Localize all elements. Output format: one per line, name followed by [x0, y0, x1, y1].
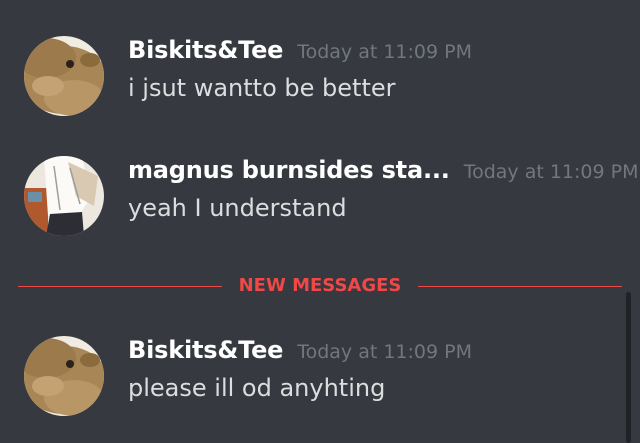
divider-line-right [418, 286, 622, 287]
message-header: Biskits&Tee Today at 11:09 PM [128, 336, 472, 364]
avatar[interactable] [24, 36, 104, 116]
message-header: magnus burnsides sta... Today at 11:09 PM [128, 156, 638, 184]
new-messages-label: NEW MESSAGES [238, 275, 402, 296]
timestamp: Today at 11:09 PM [297, 341, 472, 363]
message-content: i jsut wantto be better [128, 74, 396, 102]
capybara-avatar [24, 36, 104, 116]
divider-line-left [18, 286, 222, 287]
username[interactable]: magnus burnsides sta... [128, 156, 450, 184]
avatar[interactable] [24, 336, 104, 416]
capybara-avatar [24, 336, 104, 416]
message-item: Biskits&Tee Today at 11:09 PM i jsut want… [0, 36, 640, 126]
timestamp: Today at 11:09 PM [297, 41, 472, 63]
username[interactable]: Biskits&Tee [128, 336, 283, 364]
avatar[interactable] [24, 156, 104, 236]
scrollbar[interactable] [626, 292, 631, 443]
message-item: Biskits&Tee Today at 11:09 PM please ill … [0, 336, 640, 426]
message-content: please ill od anyhting [128, 374, 386, 402]
message-header: Biskits&Tee Today at 11:09 PM [128, 36, 472, 64]
username[interactable]: Biskits&Tee [128, 36, 283, 64]
message-content: yeah I understand [128, 194, 347, 222]
new-messages-divider: NEW MESSAGES [18, 274, 622, 298]
chat-messages: Biskits&Tee Today at 11:09 PM i jsut want… [0, 0, 640, 443]
timestamp: Today at 11:09 PM [463, 161, 639, 183]
anime-character-avatar [24, 156, 104, 236]
message-item: magnus burnsides sta... Today at 11:09 PM… [0, 156, 640, 246]
